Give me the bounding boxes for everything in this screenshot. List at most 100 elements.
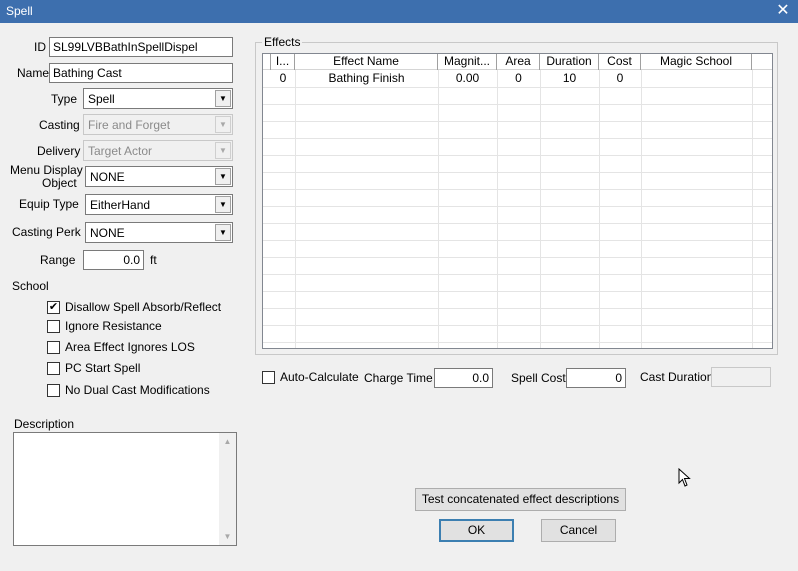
mouse-cursor-icon: [678, 468, 691, 487]
pc-start-spell-checkbox-row[interactable]: PC Start Spell: [47, 361, 247, 377]
ignore-resistance-checkbox[interactable]: [47, 320, 60, 333]
grid-line: [263, 189, 772, 190]
ignore-resistance-label: Ignore Resistance: [65, 319, 162, 333]
auto-calculate-label: Auto-Calculate: [280, 370, 359, 384]
description-textarea[interactable]: ▲ ▼: [13, 432, 237, 546]
grid-line: [263, 342, 772, 343]
casting-perk-value: NONE: [90, 226, 125, 240]
grid-line: [752, 70, 753, 348]
cell-effect-name: Bathing Finish: [328, 71, 405, 85]
grid-line: [599, 70, 600, 348]
area-effect-los-label: Area Effect Ignores LOS: [65, 340, 195, 354]
column-header-effect-name[interactable]: Effect Name: [295, 54, 438, 70]
cancel-button[interactable]: Cancel: [541, 519, 616, 542]
range-field[interactable]: 0.0: [83, 250, 144, 270]
id-label: ID: [34, 40, 46, 54]
chevron-down-icon: ▼: [215, 116, 231, 133]
grid-line: [263, 240, 772, 241]
grid-line: [263, 308, 772, 309]
cell-area: 0: [515, 71, 522, 85]
no-dual-cast-checkbox-row[interactable]: No Dual Cast Modifications: [47, 383, 247, 399]
no-dual-cast-label: No Dual Cast Modifications: [65, 383, 210, 397]
cell-index: 0: [279, 71, 287, 85]
grid-line: [263, 257, 772, 258]
casting-label: Casting: [39, 118, 80, 132]
name-field[interactable]: Bathing Cast: [49, 63, 233, 83]
column-header-index[interactable]: I...: [271, 54, 295, 70]
disallow-absorb-checkbox-row[interactable]: ✔ Disallow Spell Absorb/Reflect: [47, 300, 247, 316]
ok-button[interactable]: OK: [439, 519, 514, 542]
type-label: Type: [51, 92, 78, 106]
grid-line: [438, 70, 439, 348]
grid-line: [263, 172, 772, 173]
casting-perk-label: Casting Perk: [12, 225, 81, 239]
menu-display-value: NONE: [90, 170, 125, 184]
auto-calculate-checkbox[interactable]: [262, 371, 275, 384]
casting-perk-dropdown[interactable]: NONE ▼: [85, 222, 233, 243]
type-value: Spell: [88, 92, 115, 106]
grid-line: [295, 70, 296, 348]
description-scrollbar[interactable]: ▲ ▼: [219, 433, 236, 545]
window-title: Spell: [6, 4, 33, 18]
column-header-cost[interactable]: Cost: [599, 54, 641, 70]
grid-line: [263, 325, 772, 326]
chevron-down-icon[interactable]: ▼: [215, 196, 231, 213]
no-dual-cast-checkbox[interactable]: [47, 384, 60, 397]
casting-dropdown: Fire and Forget ▼: [83, 114, 233, 135]
grid-line: [263, 138, 772, 139]
grid-line: [263, 87, 772, 88]
column-header-magnitude[interactable]: Magnit...: [438, 54, 497, 70]
casting-value: Fire and Forget: [88, 118, 171, 132]
delivery-dropdown: Target Actor ▼: [83, 140, 233, 161]
effects-group-title: Effects: [262, 35, 303, 49]
grid-line: [497, 70, 498, 348]
column-header-duration[interactable]: Duration: [540, 54, 599, 70]
school-label: School: [12, 279, 49, 293]
grid-line: [263, 155, 772, 156]
chevron-down-icon[interactable]: ▼: [215, 90, 231, 107]
id-field[interactable]: SL99LVBBathInSpellDispel: [49, 37, 233, 57]
effects-table[interactable]: I... Effect Name Magnit... Area Duration…: [262, 53, 773, 349]
chevron-down-icon[interactable]: ▼: [215, 168, 231, 185]
cell-magnitude: 0.00: [455, 71, 480, 85]
ignore-resistance-checkbox-row[interactable]: Ignore Resistance: [47, 319, 247, 335]
grid-line: [540, 70, 541, 348]
chevron-down-icon[interactable]: ▼: [215, 224, 231, 241]
delivery-label: Delivery: [37, 144, 81, 158]
grid-line: [263, 223, 772, 224]
area-effect-los-checkbox[interactable]: [47, 341, 60, 354]
grid-line: [641, 70, 642, 348]
column-header-magic-school[interactable]: Magic School: [641, 54, 752, 70]
auto-calculate-checkbox-row[interactable]: Auto-Calculate: [262, 370, 362, 386]
equip-type-label: Equip Type: [19, 197, 79, 211]
pc-start-spell-checkbox[interactable]: [47, 362, 60, 375]
cell-duration: 10: [562, 71, 577, 85]
type-dropdown[interactable]: Spell ▼: [83, 88, 233, 109]
range-label: Range: [40, 253, 76, 267]
charge-time-field[interactable]: 0.0: [434, 368, 493, 388]
cell-cost: 0: [616, 71, 624, 85]
disallow-absorb-checkbox[interactable]: ✔: [47, 301, 60, 314]
scroll-up-icon[interactable]: ▲: [219, 433, 236, 450]
range-unit: ft: [150, 253, 157, 267]
column-header-area[interactable]: Area: [497, 54, 540, 70]
description-label: Description: [14, 417, 75, 431]
title-bar: Spell ✕: [0, 0, 798, 23]
disallow-absorb-label: Disallow Spell Absorb/Reflect: [65, 300, 222, 314]
equip-type-value: EitherHand: [90, 198, 151, 212]
menu-display-dropdown[interactable]: NONE ▼: [85, 166, 233, 187]
grid-line: [263, 291, 772, 292]
area-effect-los-checkbox-row[interactable]: Area Effect Ignores LOS: [47, 340, 247, 356]
cast-duration-label: Cast Duration: [640, 370, 714, 384]
menu-display-label-line1: Menu Display: [10, 163, 83, 177]
name-label: Name: [17, 66, 50, 80]
spell-cost-label: Spell Cost: [511, 371, 566, 385]
close-icon[interactable]: ✕: [768, 0, 798, 23]
equip-type-dropdown[interactable]: EitherHand ▼: [85, 194, 233, 215]
table-row[interactable]: 0 Bathing Finish 0.00 0 10 0: [263, 70, 772, 87]
spell-cost-field[interactable]: 0: [566, 368, 626, 388]
scroll-down-icon[interactable]: ▼: [219, 528, 236, 545]
chevron-down-icon: ▼: [215, 142, 231, 159]
charge-time-label: Charge Time: [364, 371, 433, 385]
test-descriptions-button[interactable]: Test concatenated effect descriptions: [415, 488, 626, 511]
